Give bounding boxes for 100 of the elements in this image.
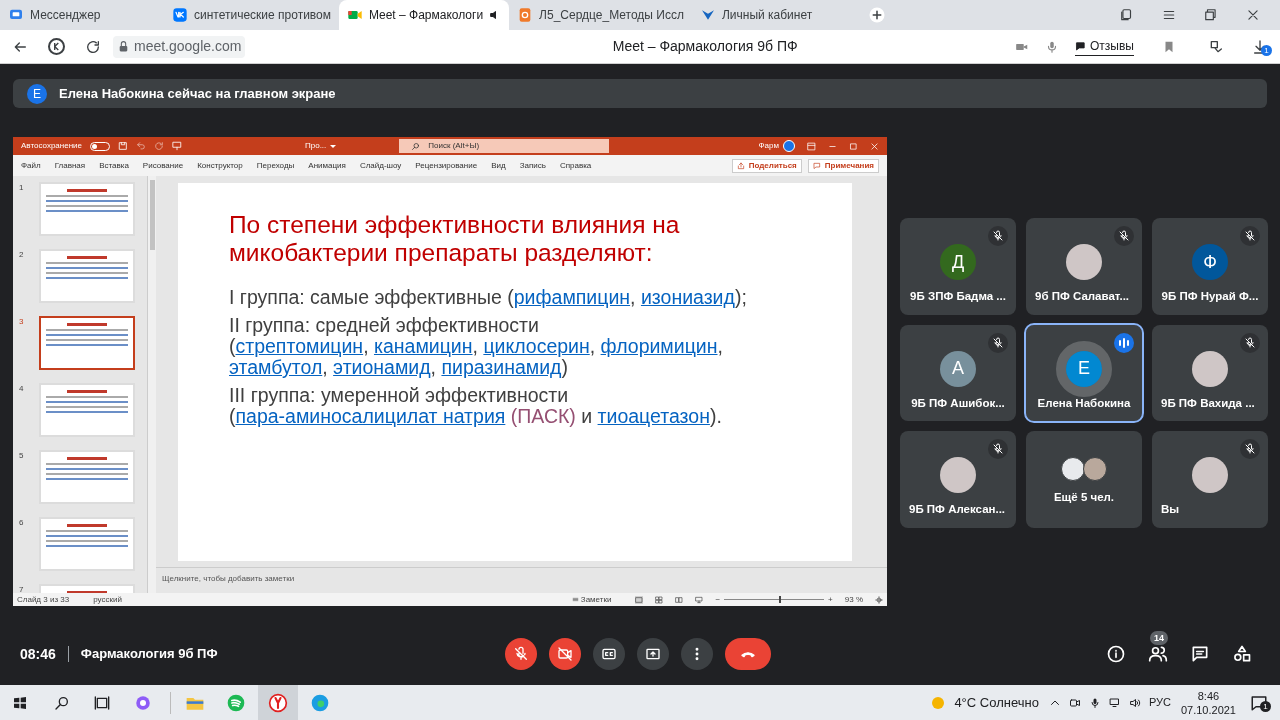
reading-view-icon[interactable] — [675, 595, 684, 604]
menu-tab[interactable]: Вид — [491, 159, 506, 172]
drug-link[interactable]: циклосерин — [483, 335, 590, 357]
menu-tab[interactable]: Слайд-шоу — [359, 159, 402, 172]
taskbar-clock[interactable]: 8:46 07.10.2021 — [1180, 688, 1236, 717]
activities-icon[interactable] — [1232, 644, 1252, 664]
ribbon-display-icon[interactable] — [807, 141, 816, 151]
share-icon — [736, 161, 745, 170]
menu-tab[interactable]: Конструктор — [197, 159, 243, 172]
zoom-in-button[interactable]: + — [828, 594, 833, 605]
menu-icon[interactable] — [1162, 8, 1176, 22]
network-icon[interactable] — [1108, 696, 1121, 709]
drug-link[interactable]: этамбутол — [229, 356, 323, 378]
feedback-button[interactable]: Отзывы — [1075, 37, 1134, 56]
microphone-icon[interactable] — [1088, 696, 1101, 709]
menu-tab[interactable]: Вставка — [99, 159, 129, 172]
participant-tile[interactable]: Д 9Б ЗПФ Бадма ... — [900, 218, 1016, 315]
microphone-off-button-icon[interactable] — [505, 638, 537, 670]
slide-number: 7 — [19, 584, 25, 593]
avatar-icon: А — [940, 350, 976, 387]
participant-tile[interactable]: Е Елена Набокина — [1026, 324, 1142, 422]
browser-tab[interactable]: Мессенджер — [0, 0, 164, 30]
participant-tile[interactable]: 9Б ПФ Алексан... — [900, 431, 1016, 528]
browser-logo-icon[interactable] — [48, 38, 65, 55]
menu-tab[interactable]: Файл — [21, 159, 41, 172]
search-icon[interactable] — [54, 694, 70, 711]
profile-photo-placeholder — [1192, 350, 1228, 387]
search-field[interactable]: Поиск (Alt+Ы) — [399, 139, 610, 153]
menu-tab[interactable]: Главная — [54, 159, 86, 172]
scrollbar-thumb[interactable] — [149, 180, 155, 250]
close-icon[interactable] — [870, 141, 879, 151]
menu-tab[interactable]: Запись — [519, 159, 546, 172]
reload-icon[interactable] — [85, 38, 101, 55]
menu-tab[interactable]: Анимация — [308, 159, 346, 172]
new-tab-icon[interactable] — [867, 6, 886, 24]
browser-tab[interactable]: синтетические противом — [164, 0, 339, 30]
drug-link[interactable]: пара-аминосалицилат натрия — [235, 405, 506, 427]
drug-link[interactable]: изониазид — [640, 286, 735, 308]
menu-tab[interactable]: Переходы — [256, 159, 295, 172]
maximize-icon[interactable] — [849, 141, 858, 151]
save-icon[interactable] — [118, 141, 128, 151]
windows-start-icon[interactable] — [12, 694, 28, 711]
menu-tab[interactable]: Справка — [559, 159, 592, 172]
music-app-icon[interactable] — [226, 692, 246, 713]
slideshow-icon[interactable] — [695, 595, 704, 604]
menu-tab[interactable]: Рисование — [142, 159, 184, 172]
notes-button[interactable]: Заметки — [571, 594, 612, 605]
chat-icon[interactable] — [1190, 644, 1210, 664]
browser-tab[interactable]: Meet – Фармакологи — [339, 0, 510, 30]
presentation-icon[interactable] — [172, 141, 182, 151]
collections-icon[interactable] — [1120, 8, 1134, 22]
user-avatar-icon[interactable] — [783, 140, 795, 152]
participant-tile[interactable]: Ещё 5 чел. — [1026, 431, 1142, 528]
camera-off-button-icon[interactable] — [549, 638, 581, 670]
input-language-indicator[interactable]: РУС — [1148, 694, 1171, 711]
fit-to-window-icon[interactable] — [875, 595, 883, 604]
participant-tile[interactable]: А 9Б ПФ Ашибок... — [900, 324, 1016, 422]
drug-link[interactable]: тиоацетазон — [597, 405, 710, 427]
participant-tile[interactable]: 9Б ПФ Вахида ... — [1152, 324, 1268, 422]
minimize-window-icon[interactable] — [1204, 8, 1218, 22]
participant-tile[interactable]: Вы — [1152, 431, 1268, 528]
drug-link[interactable]: этионамид — [333, 356, 431, 378]
participant-name: 9Б ПФ Ашибок... — [911, 395, 1005, 411]
share-button[interactable]: Поделиться — [731, 158, 802, 173]
volume-icon[interactable] — [1128, 696, 1141, 709]
browser-tab[interactable]: Л5_Сердце_Методы Иссл — [509, 0, 692, 30]
drug-link[interactable]: пиразинамид — [441, 356, 562, 378]
normal-view-icon[interactable] — [635, 595, 644, 604]
task-view-icon[interactable] — [94, 694, 110, 711]
end-call-button-icon[interactable] — [725, 638, 771, 670]
voice-assistant-icon[interactable] — [134, 693, 152, 712]
drug-link[interactable]: канамицин — [373, 335, 473, 357]
people-icon[interactable] — [1148, 644, 1168, 664]
notifications-icon[interactable] — [1250, 693, 1268, 712]
slide-thumbnail[interactable] — [39, 316, 135, 370]
captions-button-icon[interactable] — [593, 638, 625, 670]
user-name: Фарм — [758, 140, 779, 152]
edge-browser-icon[interactable] — [310, 692, 330, 713]
meet-indicator-icon[interactable] — [1068, 696, 1081, 709]
close-icon[interactable] — [1246, 8, 1260, 22]
drug-link[interactable]: стрептомицин — [235, 335, 364, 357]
slide-sorter-icon[interactable] — [655, 595, 664, 604]
file-name-dropdown[interactable]: Про... — [305, 140, 337, 152]
participant-tile[interactable]: Ф 9Б ПФ Нурай Ф... — [1152, 218, 1268, 315]
address-field[interactable]: meet.google.com — [113, 35, 246, 58]
browser-tab[interactable]: Личный кабинет — [691, 0, 856, 30]
present-screen-button-icon[interactable] — [637, 638, 669, 670]
slide-number: 3 — [19, 316, 25, 328]
drug-link[interactable]: флоримицин — [600, 335, 718, 357]
extensions-icon[interactable] — [1208, 38, 1224, 55]
comments-button[interactable]: Примечания — [807, 158, 879, 173]
drug-link[interactable]: рифампицин — [513, 286, 631, 308]
more-options-button-icon[interactable] — [681, 638, 713, 670]
taskbar-browser-button[interactable] — [258, 685, 298, 720]
menu-tab[interactable]: Рецензирование — [415, 159, 478, 172]
zoom-out-button[interactable]: − — [715, 594, 721, 605]
info-icon[interactable] — [1106, 644, 1126, 664]
participant-tile[interactable]: 9б ПФ Салават... — [1026, 218, 1142, 315]
zoom-slider-thumb[interactable] — [779, 596, 782, 603]
avatar-icon: Ф — [1192, 244, 1228, 280]
